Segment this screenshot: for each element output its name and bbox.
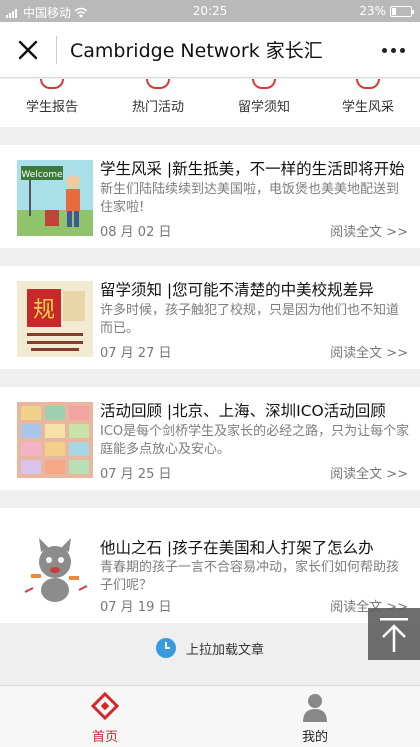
article-thumbnail <box>17 532 93 608</box>
user-icon <box>303 694 327 722</box>
read-more-link[interactable]: 阅读全文 >> <box>330 463 408 482</box>
category-student-report[interactable]: 学生报告 <box>12 79 92 127</box>
article-summary: ICO是每个剑桥学生及家长的必经之路，只为让每个家庭能多点放心及安心。 <box>100 424 410 457</box>
article-title: 他山之石 |孩子在美国和人打架了怎么办 <box>100 539 374 557</box>
article-thumbnail: Welcome <box>17 160 93 236</box>
battery-icon <box>390 5 414 17</box>
category-label: 留学须知 <box>237 100 290 115</box>
bottom-tab-bar: 首页 我的 <box>0 685 420 747</box>
category-hot-activities[interactable]: 热门活动 <box>118 79 198 127</box>
student-style-icon <box>356 79 380 89</box>
article-title: 学生风采 |新生抵美，不一样的生活即将开始 <box>100 160 405 178</box>
rule-glyph: 规 <box>33 298 55 323</box>
article-card[interactable]: 规 留学须知 |您可能不清楚的中美校规差异 许多时候，孩子触犯了校规，只是因为他… <box>0 266 420 369</box>
article-date: 07 月 19 日 <box>100 600 172 615</box>
report-icon <box>40 79 64 89</box>
tab-home[interactable]: 首页 <box>0 686 210 747</box>
article-title: 活动回顾 |北京、上海、深圳ICO活动回顾 <box>100 402 386 420</box>
read-more-link[interactable]: 阅读全文 >> <box>330 342 408 361</box>
tab-mine[interactable]: 我的 <box>210 686 420 747</box>
article-date: 07 月 25 日 <box>100 467 172 482</box>
clock-icon <box>155 638 176 658</box>
welcome-sign-text: Welcome <box>21 170 63 180</box>
nav-divider <box>56 36 57 64</box>
status-bar: 中国移动 20:25 23% <box>0 0 420 22</box>
nav-bar: Cambridge Network 家长汇 <box>0 22 420 78</box>
article-thumbnail: 规 <box>17 281 93 357</box>
article-card[interactable]: Welcome 学生风采 |新生抵美，不一样的生活即将开始 新生们陆陆续续到达美… <box>0 145 420 248</box>
more-dot-icon <box>399 47 405 53</box>
more-dot-icon <box>390 47 396 53</box>
close-icon <box>18 40 38 60</box>
article-date: 08 月 02 日 <box>100 225 172 240</box>
close-button[interactable] <box>14 36 42 64</box>
home-icon <box>91 692 119 721</box>
category-label: 学生风采 <box>341 100 394 115</box>
status-right: 23% <box>359 4 414 18</box>
category-label: 学生报告 <box>25 100 78 115</box>
article-card[interactable]: 他山之石 |孩子在美国和人打架了怎么办 青春期的孩子一言不合容易冲动，家长们如何… <box>0 508 420 623</box>
read-more-link[interactable]: 阅读全文 >> <box>330 221 408 240</box>
category-student-style[interactable]: 学生风采 <box>328 79 408 127</box>
article-summary: 青春期的孩子一言不合容易冲动，家长们如何帮助孩子们呢？ <box>100 560 400 593</box>
tab-label: 我的 <box>301 730 328 745</box>
activity-icon <box>146 79 170 89</box>
load-more-label: 上拉加载文章 <box>185 642 264 658</box>
article-card[interactable]: 活动回顾 |北京、上海、深圳ICO活动回顾 ICO是每个剑桥学生及家长的必经之路… <box>0 387 420 490</box>
load-more-indicator[interactable]: 上拉加载文章 <box>0 628 420 668</box>
category-study-notice[interactable]: 留学须知 <box>224 79 304 127</box>
article-summary: 新生们陆陆续续到达美国啦，电饭煲也美美地配送到住家啦! <box>100 182 400 215</box>
arrow-up-icon <box>380 618 408 652</box>
clock-time: 20:25 <box>192 4 228 18</box>
category-label: 热门活动 <box>131 100 184 115</box>
article-date: 07 月 27 日 <box>100 346 172 361</box>
category-bar: 学生报告 热门活动 留学须知 学生风采 <box>0 79 420 127</box>
battery-percent: 23% <box>359 4 386 18</box>
battery-fill <box>392 7 396 15</box>
article-summary: 许多时候，孩子触犯了校规，只是因为他们也不知道而已。 <box>100 303 400 336</box>
article-thumbnail <box>17 402 93 478</box>
more-dot-icon <box>381 47 387 53</box>
more-button[interactable] <box>378 36 408 64</box>
notice-icon <box>252 79 276 89</box>
page-title: Cambridge Network 家长汇 <box>70 40 323 62</box>
back-to-top-button[interactable] <box>368 608 420 660</box>
tab-label: 首页 <box>91 730 118 745</box>
article-title: 留学须知 |您可能不清楚的中美校规差异 <box>100 281 374 299</box>
